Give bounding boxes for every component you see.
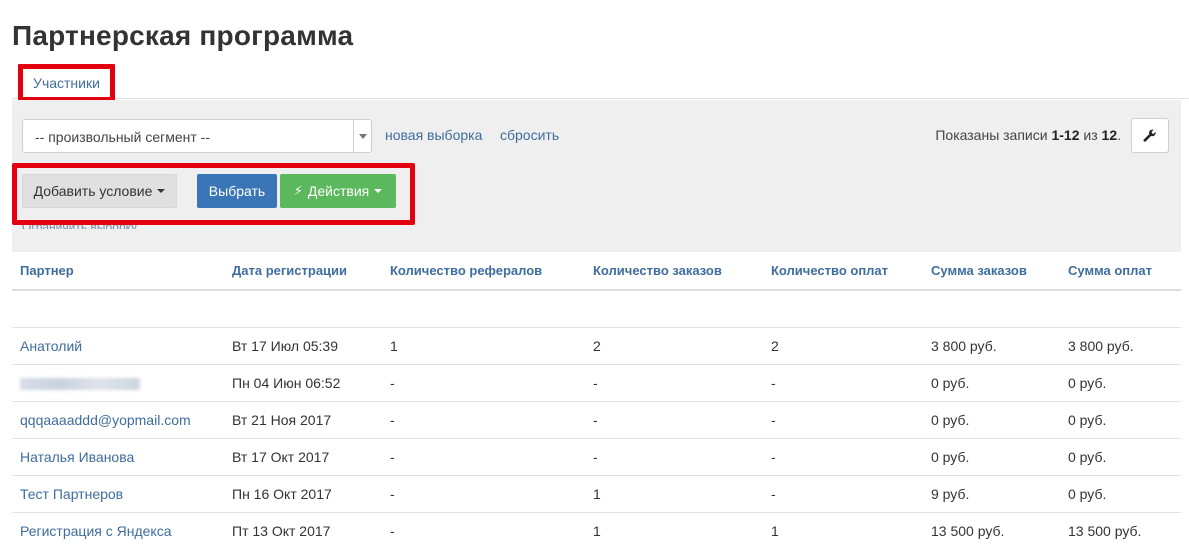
partner-link[interactable]: Тест Партнеров (12, 474, 224, 512)
registration-date: Вт 21 Ноя 2017 (224, 400, 382, 438)
filter-toolbar: -- произвольный сегмент -- новая выборка… (12, 100, 1181, 252)
partner-link[interactable]: Анатолий (12, 326, 224, 364)
payments-count: - (763, 363, 923, 401)
orders-count: - (585, 363, 763, 401)
referrals-count: - (382, 400, 585, 438)
payments-count: - (763, 437, 923, 475)
orders-count: 2 (585, 326, 763, 364)
payments-count: 1 (763, 511, 923, 549)
table-spacer-row (12, 290, 1181, 327)
orders-sum: 13 500 руб. (923, 511, 1060, 549)
column-header[interactable]: Сумма оплат (1060, 252, 1181, 291)
column-header[interactable]: Количество оплат (763, 252, 923, 291)
records-prefix: Показаны записи (935, 127, 1052, 143)
registration-date: Вт 17 Окт 2017 (224, 437, 382, 475)
orders-sum: 9 руб. (923, 474, 1060, 512)
partner-link[interactable] (12, 363, 224, 401)
partner-link[interactable]: qqqaaaaddd@yopmail.com (12, 400, 224, 438)
payments-sum: 3 800 руб. (1060, 326, 1181, 364)
column-header[interactable]: Количество рефералов (382, 252, 585, 291)
column-header[interactable]: Количество заказов (585, 252, 763, 291)
payments-sum: 0 руб. (1060, 474, 1181, 512)
highlight-box (12, 163, 415, 225)
referrals-count: - (382, 474, 585, 512)
table-row: Анатолий Вт 17 Июл 05:39 1 2 2 3 800 руб… (12, 326, 1181, 364)
chevron-down-icon[interactable] (353, 120, 371, 152)
wrench-icon (1143, 129, 1156, 142)
referrals-count: - (382, 363, 585, 401)
payments-sum: 0 руб. (1060, 400, 1181, 438)
payments-count: - (763, 400, 923, 438)
records-total: 12 (1101, 127, 1118, 143)
orders-count: 1 (585, 474, 763, 512)
records-suffix: . (1117, 127, 1121, 143)
referrals-count: 1 (382, 326, 585, 364)
new-selection-link[interactable]: новая выборка (385, 127, 482, 143)
segment-select[interactable]: -- произвольный сегмент -- (22, 119, 372, 153)
table-row: Регистрация с Яндекса Пт 13 Окт 2017 - 1… (12, 511, 1181, 549)
orders-sum: 0 руб. (923, 437, 1060, 475)
registration-date: Пн 04 Июн 06:52 (224, 363, 382, 401)
partner-link[interactable]: Регистрация с Яндекса (12, 511, 224, 549)
table-row: Тест Партнеров Пн 16 Окт 2017 - 1 - 9 ру… (12, 474, 1181, 512)
partners-table: Партнер Дата регистрации Количество рефе… (12, 252, 1181, 549)
orders-count: - (585, 437, 763, 475)
table-header-row: Партнер Дата регистрации Количество рефе… (12, 252, 1181, 291)
table-row: qqqaaaaddd@yopmail.com Вт 21 Ноя 2017 - … (12, 400, 1181, 438)
registration-date: Пн 16 Окт 2017 (224, 474, 382, 512)
segment-select-value: -- произвольный сегмент -- (35, 129, 210, 145)
payments-sum: 0 руб. (1060, 437, 1181, 475)
registration-date: Пт 13 Окт 2017 (224, 511, 382, 549)
orders-sum: 3 800 руб. (923, 326, 1060, 364)
orders-count: - (585, 400, 763, 438)
tab-participants[interactable]: Участники (18, 64, 115, 102)
orders-sum: 0 руб. (923, 400, 1060, 438)
referrals-count: - (382, 511, 585, 549)
settings-button[interactable] (1131, 118, 1169, 153)
registration-date: Вт 17 Июл 05:39 (224, 326, 382, 364)
page-title: Партнерская программа (12, 20, 354, 51)
column-header[interactable]: Сумма заказов (923, 252, 1060, 291)
reset-link[interactable]: сбросить (500, 127, 559, 143)
tab-participants-label: Участники (33, 75, 100, 91)
table-row: Пн 04 Июн 06:52 - - - 0 руб. 0 руб. (12, 363, 1181, 401)
payments-count: 2 (763, 326, 923, 364)
records-info: Показаны записи 1-12 из 12. (935, 127, 1121, 143)
payments-sum: 13 500 руб. (1060, 511, 1181, 549)
column-header[interactable]: Партнер (12, 252, 224, 291)
partner-link[interactable]: Наталья Иванова (12, 437, 224, 475)
referrals-count: - (382, 437, 585, 475)
orders-count: 1 (585, 511, 763, 549)
payments-sum: 0 руб. (1060, 363, 1181, 401)
tabs-bar: Участники (12, 60, 1189, 102)
records-range: 1-12 (1051, 127, 1080, 143)
redacted-name (20, 377, 140, 390)
table-row: Наталья Иванова Вт 17 Окт 2017 - - - 0 р… (12, 437, 1181, 475)
orders-sum: 0 руб. (923, 363, 1060, 401)
records-of: из (1079, 127, 1102, 143)
column-header[interactable]: Дата регистрации (224, 252, 382, 291)
payments-count: - (763, 474, 923, 512)
